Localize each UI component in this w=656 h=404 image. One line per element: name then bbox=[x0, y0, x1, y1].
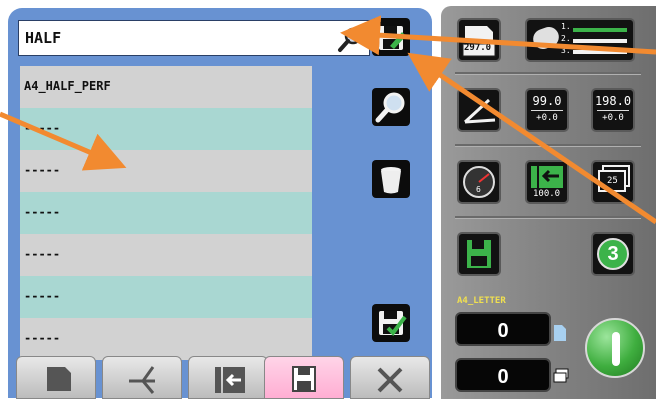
plate-1-label: 1. bbox=[561, 22, 571, 31]
batch-value: 25 bbox=[607, 176, 618, 186]
search-button[interactable] bbox=[372, 88, 410, 126]
search-input[interactable]: HALF bbox=[18, 20, 370, 56]
tools-icon bbox=[377, 367, 403, 393]
memory-slot-number: 3 bbox=[607, 243, 619, 265]
feed-button[interactable]: 100.0 bbox=[525, 160, 569, 204]
fraction-line bbox=[597, 110, 629, 111]
magnifier-icon[interactable] bbox=[337, 25, 365, 53]
fold-1-value: 99.0 bbox=[532, 94, 562, 108]
save-new-icon bbox=[379, 311, 407, 337]
tab-tools[interactable] bbox=[350, 356, 430, 399]
save-edit-icon bbox=[379, 26, 406, 50]
delete-button[interactable] bbox=[372, 160, 410, 198]
batch-counter-value: 0 bbox=[497, 366, 509, 388]
tab-memory[interactable] bbox=[264, 356, 344, 399]
paper-length-icon bbox=[462, 26, 496, 57]
feed-icon bbox=[215, 367, 245, 393]
batch-counter: 0 bbox=[455, 358, 551, 392]
magnifier-icon bbox=[375, 92, 405, 123]
tab-bar bbox=[16, 356, 432, 399]
fold-1-offset: +0.0 bbox=[536, 113, 558, 123]
speed-gauge-value: 6 bbox=[476, 185, 481, 194]
fold-plates-button[interactable]: 1. 2. 3. bbox=[525, 18, 635, 62]
divider bbox=[455, 144, 641, 147]
touchscreen: HALF A4_HALF_PERF ----- ----- ----- ----… bbox=[0, 0, 656, 399]
current-job-name: A4_LETTER bbox=[457, 296, 506, 306]
fold-2-value: 198.0 bbox=[594, 94, 632, 108]
list-item[interactable]: ----- bbox=[20, 318, 312, 360]
list-item[interactable]: ----- bbox=[20, 234, 312, 276]
search-input-value: HALF bbox=[25, 29, 62, 47]
power-line-icon bbox=[612, 332, 620, 366]
save-new-button[interactable] bbox=[372, 304, 410, 342]
save-edit-button[interactable] bbox=[372, 18, 410, 56]
paper-length-button[interactable]: 297.0 bbox=[457, 18, 501, 62]
list-item[interactable]: ----- bbox=[20, 276, 312, 318]
fold-2-offset: +0.0 bbox=[602, 113, 624, 123]
fold-1-setting[interactable]: 99.0 +0.0 bbox=[525, 88, 569, 132]
list-item[interactable]: A4_HALF_PERF bbox=[20, 66, 312, 108]
list-item[interactable]: ----- bbox=[20, 108, 312, 150]
sheet-counter-value: 0 bbox=[497, 320, 509, 342]
sheet-counter: 0 bbox=[455, 312, 551, 346]
tab-fold[interactable] bbox=[102, 356, 182, 399]
feed-value: 100.0 bbox=[533, 189, 561, 199]
batch-button[interactable]: 25 bbox=[591, 160, 635, 204]
status-panel: 297.0 1. 2. 3. 99.0 +0.0 198.0 +0.0 6 10… bbox=[441, 6, 656, 399]
fold-icon bbox=[129, 366, 155, 394]
memory-slot-button[interactable]: 3 bbox=[591, 232, 635, 276]
paper-icon bbox=[47, 367, 71, 391]
memory-slot-badge: 3 bbox=[597, 238, 629, 270]
fold-type-icon bbox=[463, 98, 496, 124]
fold-2-setting[interactable]: 198.0 +0.0 bbox=[591, 88, 635, 132]
plate-2-label: 2. bbox=[561, 34, 571, 43]
divider bbox=[455, 72, 641, 75]
fold-type-button[interactable] bbox=[457, 88, 501, 132]
save-job-button[interactable] bbox=[457, 232, 501, 276]
speed-button[interactable]: 6 bbox=[457, 160, 501, 204]
trash-icon bbox=[381, 167, 401, 194]
stack-icon bbox=[553, 368, 569, 383]
plate-3-label: 3. bbox=[561, 46, 571, 55]
save-icon bbox=[292, 366, 316, 392]
save-icon bbox=[467, 240, 491, 268]
speed-gauge-icon bbox=[463, 166, 495, 198]
job-list: A4_HALF_PERF ----- ----- ----- ----- ---… bbox=[20, 66, 312, 360]
paper-length-value: 297.0 bbox=[464, 43, 492, 53]
fold-rollers-icon bbox=[533, 26, 627, 54]
tab-feed[interactable] bbox=[188, 356, 268, 399]
start-button[interactable] bbox=[585, 318, 645, 378]
job-memory-panel: HALF A4_HALF_PERF ----- ----- ----- ----… bbox=[8, 8, 432, 398]
sheet-icon bbox=[554, 325, 566, 341]
list-item[interactable]: ----- bbox=[20, 192, 312, 234]
divider bbox=[455, 216, 641, 219]
fraction-line bbox=[531, 110, 563, 111]
list-item[interactable]: ----- bbox=[20, 150, 312, 192]
tab-paper[interactable] bbox=[16, 356, 96, 399]
